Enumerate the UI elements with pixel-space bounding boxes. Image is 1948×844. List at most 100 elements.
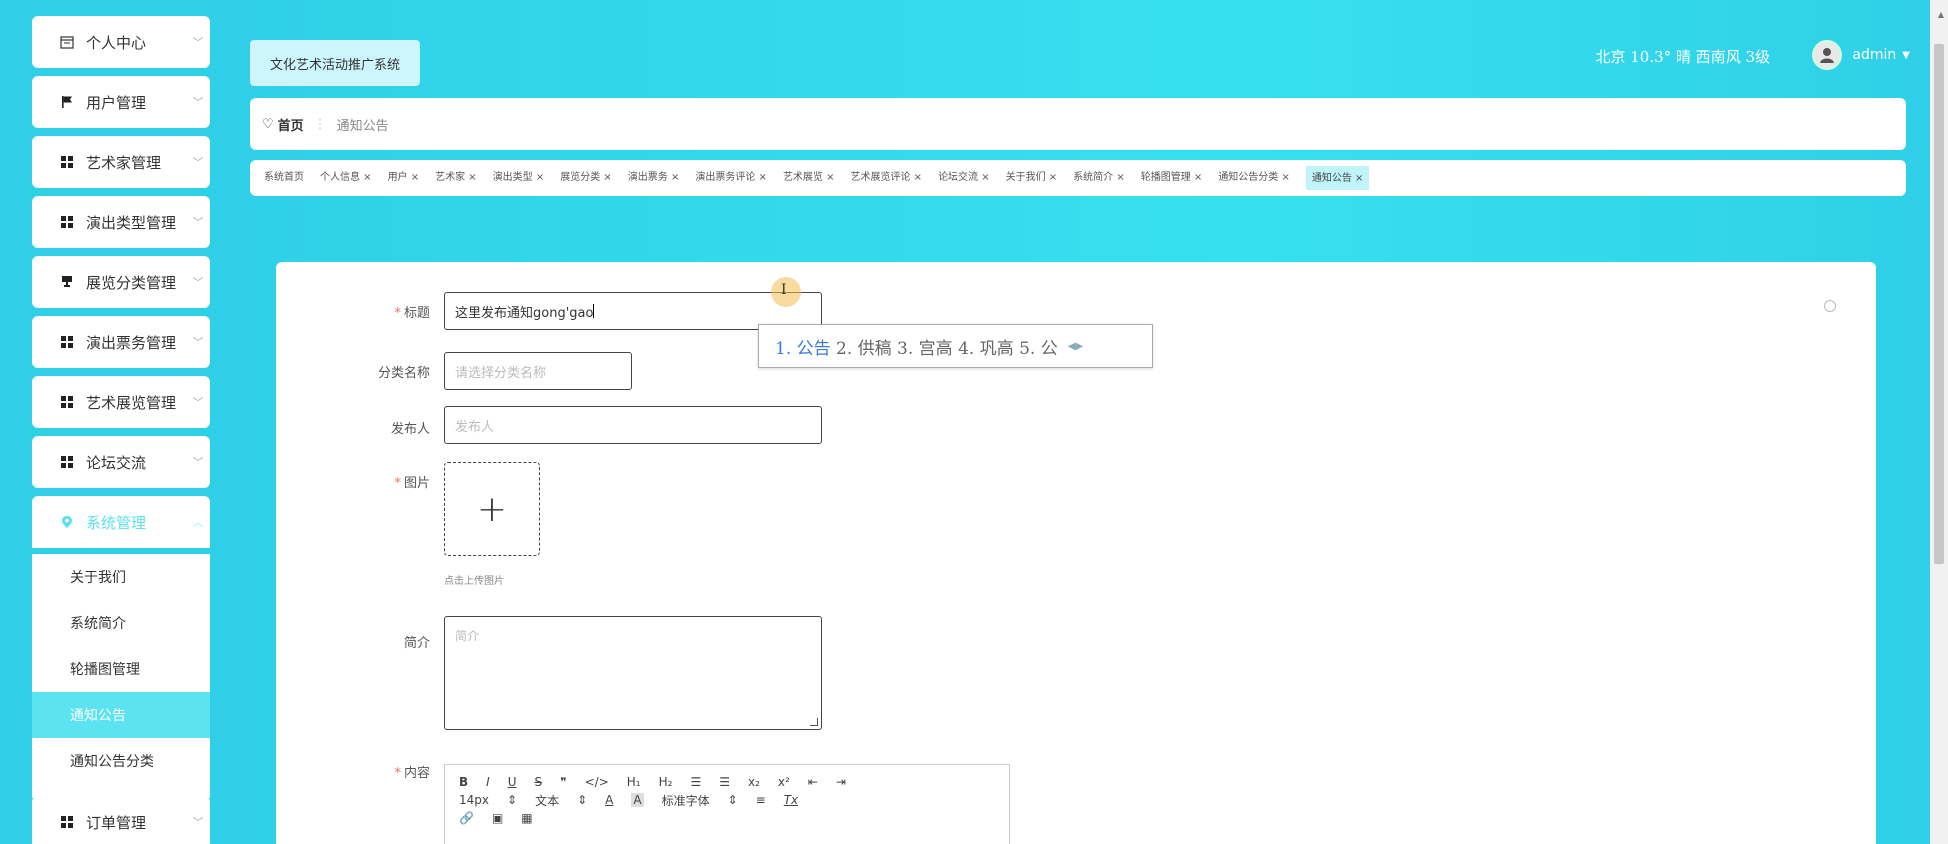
font-family-select[interactable]: 标准字体 xyxy=(662,792,710,809)
submenu-item-carousel-management[interactable]: 轮播图管理 xyxy=(32,646,210,692)
tab-art-exhibition[interactable]: 艺术展览 × xyxy=(783,171,835,185)
sidebar-item-user-management[interactable]: 用户管理 ﹀ xyxy=(32,76,210,128)
bold-button[interactable]: B xyxy=(459,775,468,789)
subscript-button[interactable]: x₂ xyxy=(748,775,760,789)
tab-system-intro[interactable]: 系统简介 × xyxy=(1073,171,1125,185)
editor-toolbar-row-2: 14px ⇕ 文本 ⇕ A A 标准字体 ⇕ ≡ Tx xyxy=(459,791,995,809)
sidebar-item-ticket-management[interactable]: 演出票务管理 ﹀ xyxy=(32,316,210,368)
ime-page-arrows-icon[interactable]: ◀▶ xyxy=(1068,341,1083,352)
tab-ticket[interactable]: 演出票务 × xyxy=(628,171,680,185)
page-scrollbar[interactable]: ▲ xyxy=(1930,0,1948,844)
ime-candidates[interactable]: 2. 供稿 3. 宫高 4. 巩高 5. 公 xyxy=(836,334,1058,359)
tab-exhibition-category[interactable]: 展览分类 × xyxy=(560,171,612,185)
sidebar-item-label: 系统管理 xyxy=(86,513,147,532)
indent-button[interactable]: ⇥ xyxy=(836,775,846,789)
font-size-arrow-icon: ⇕ xyxy=(507,793,518,807)
tab-exhibition-comment[interactable]: 艺术展览评论 × xyxy=(851,171,923,185)
resize-handle[interactable] xyxy=(810,718,818,726)
video-icon[interactable]: ▦ xyxy=(521,811,532,825)
font-color-button[interactable]: A xyxy=(605,793,613,807)
chevron-down-icon: ﹀ xyxy=(192,396,204,409)
chevron-down-icon: ﹀ xyxy=(192,216,204,229)
sidebar-item-order-management[interactable]: 订单管理 ﹀ xyxy=(32,796,210,844)
tab-user[interactable]: 用户 × xyxy=(388,171,420,185)
align-button[interactable]: ≡ xyxy=(756,793,766,807)
paragraph-select[interactable]: 文本 xyxy=(535,792,559,809)
tab-carousel[interactable]: 轮播图管理 × xyxy=(1141,171,1203,185)
tab-bar: 系统首页 个人信息 × 用户 × 艺术家 × 演出类型 × 展览分类 × 演出票… xyxy=(250,160,1906,196)
tab-forum[interactable]: 论坛交流 × xyxy=(938,171,990,185)
clear-format-button[interactable]: Tx xyxy=(784,793,798,807)
link-icon[interactable]: 🔗 xyxy=(459,811,474,825)
submenu-item-notice[interactable]: 通知公告 xyxy=(32,692,210,738)
tab-about-us[interactable]: 关于我们 × xyxy=(1006,171,1058,185)
sidebar-item-artist-management[interactable]: 艺术家管理 ﹀ xyxy=(32,136,210,188)
settings-icon[interactable] xyxy=(1824,300,1836,312)
background-color-button[interactable]: A xyxy=(631,793,644,807)
chevron-down-icon: ﹀ xyxy=(192,456,204,469)
image-icon[interactable]: ▣ xyxy=(492,811,503,825)
sidebar-item-personal-center[interactable]: 个人中心 ﹀ xyxy=(32,16,210,68)
quote-button[interactable]: ❞ xyxy=(560,775,566,789)
sidebar-item-label: 用户管理 xyxy=(86,93,147,112)
sidebar-item-show-type-management[interactable]: 演出类型管理 ﹀ xyxy=(32,196,210,248)
ordered-list-button[interactable]: ☰ xyxy=(690,775,701,789)
content-label: * 内容 xyxy=(394,766,430,781)
italic-button[interactable]: I xyxy=(486,775,490,789)
intro-textarea[interactable]: 简介 xyxy=(444,616,822,730)
tab-show-type[interactable]: 演出类型 × xyxy=(493,171,545,185)
user-menu[interactable]: admin ▼ xyxy=(1812,40,1910,70)
sidebar-item-system-management[interactable]: 系统管理 ︿ xyxy=(32,496,210,548)
tab-artist[interactable]: 艺术家 × xyxy=(435,171,477,185)
avatar xyxy=(1812,40,1843,70)
breadcrumb-separator: ⋮ xyxy=(313,116,327,132)
rich-text-editor[interactable]: B I U S ❞ </> H₁ H₂ ☰ ☰ x₂ x² ⇤ ⇥ 14px ⇕… xyxy=(444,764,1010,844)
publisher-input[interactable]: 发布人 xyxy=(444,406,822,444)
strike-button[interactable]: S xyxy=(535,775,543,789)
tab-notice[interactable]: 通知公告 × xyxy=(1305,166,1370,190)
sidebar-item-label: 艺术展览管理 xyxy=(86,393,177,412)
tab-ticket-comment[interactable]: 演出票务评论 × xyxy=(695,171,767,185)
sidebar: 个人中心 ﹀ 用户管理 ﹀ 艺术家管理 ﹀ 演出类型管理 ﹀ 展览分类管理 ﹀ xyxy=(0,0,218,844)
underline-button[interactable]: U xyxy=(508,775,517,789)
h1-button[interactable]: H₁ xyxy=(627,775,641,789)
ime-candidate-window[interactable]: 1. 公告 2. 供稿 3. 宫高 4. 巩高 5. 公 ◀▶ xyxy=(758,324,1153,368)
grid-icon xyxy=(60,455,74,469)
submenu-item-about-us[interactable]: 关于我们 xyxy=(32,554,210,600)
submenu-item-notice-category[interactable]: 通知公告分类 xyxy=(32,738,210,784)
breadcrumb-home[interactable]: 首页 xyxy=(278,115,304,134)
flag-icon xyxy=(60,95,74,109)
app-window: 个人中心 ﹀ 用户管理 ﹀ 艺术家管理 ﹀ 演出类型管理 ﹀ 展览分类管理 ﹀ xyxy=(0,0,1948,844)
sidebar-item-label: 艺术家管理 xyxy=(86,153,162,172)
chevron-down-icon: ﹀ xyxy=(192,336,204,349)
sidebar-item-art-exhibition-management[interactable]: 艺术展览管理 ﹀ xyxy=(32,376,210,428)
image-upload-button[interactable]: + xyxy=(444,462,540,556)
publisher-label: 发布人 xyxy=(390,422,430,437)
font-size-select[interactable]: 14px xyxy=(459,793,489,807)
sidebar-item-exhibition-category-management[interactable]: 展览分类管理 ﹀ xyxy=(32,256,210,308)
editor-toolbar-row-1: B I U S ❞ </> H₁ H₂ ☰ ☰ x₂ x² ⇤ ⇥ xyxy=(459,773,995,791)
font-family-arrow-icon: ⇕ xyxy=(727,793,738,807)
tab-personal-info[interactable]: 个人信息 × xyxy=(320,171,372,185)
scroll-up-icon[interactable]: ▲ xyxy=(1938,10,1944,19)
chevron-down-icon: ﹀ xyxy=(192,96,204,109)
chevron-down-icon: ﹀ xyxy=(192,156,204,169)
tab-system-home[interactable]: 系统首页 xyxy=(264,171,304,185)
superscript-button[interactable]: x² xyxy=(778,775,790,789)
grid-icon xyxy=(60,815,74,829)
sidebar-item-forum[interactable]: 论坛交流 ﹀ xyxy=(32,436,210,488)
scrollbar-thumb[interactable] xyxy=(1934,44,1944,564)
ime-candidate-first[interactable]: 1. 公告 xyxy=(775,334,831,359)
paragraph-arrow-icon: ⇕ xyxy=(577,793,588,807)
chevron-down-icon: ﹀ xyxy=(192,816,204,829)
username: admin xyxy=(1852,47,1897,63)
tab-notice-category[interactable]: 通知公告分类 × xyxy=(1218,171,1290,185)
h2-button[interactable]: H₂ xyxy=(659,775,673,789)
outdent-button[interactable]: ⇤ xyxy=(808,775,818,789)
image-label: * 图片 xyxy=(394,476,430,491)
bullet-list-button[interactable]: ☰ xyxy=(719,775,730,789)
category-select[interactable]: 请选择分类名称 xyxy=(444,352,632,390)
calendar-icon xyxy=(60,35,74,49)
submenu-item-system-intro[interactable]: 系统简介 xyxy=(32,600,210,646)
code-button[interactable]: </> xyxy=(585,775,609,789)
